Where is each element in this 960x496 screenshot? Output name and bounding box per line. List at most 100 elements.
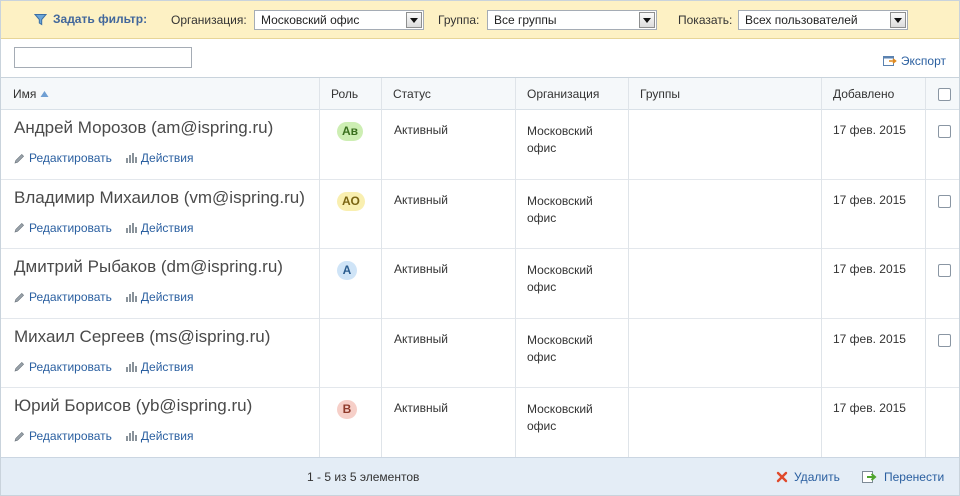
table-row: Дмитрий Рыбаков (dm@ispring.ru) Редактир… xyxy=(1,249,959,319)
group-filter-select[interactable]: Все группы xyxy=(487,10,657,30)
chevron-down-icon[interactable] xyxy=(406,12,422,28)
added-date: 17 фев. 2015 xyxy=(833,262,906,277)
edit-link[interactable]: Редактировать xyxy=(14,151,112,165)
user-name: Владимир Михаилов (vm@ispring.ru) xyxy=(14,187,305,207)
show-filter-select[interactable]: Всех пользователей xyxy=(738,10,908,30)
status-text: Активный xyxy=(394,262,448,277)
actions-link[interactable]: Действия xyxy=(125,429,194,444)
actions-link[interactable]: Действия xyxy=(125,221,193,235)
added-date: 17 фев. 2015 xyxy=(833,401,906,416)
row-checkbox[interactable] xyxy=(938,333,951,347)
pencil-icon xyxy=(14,292,25,303)
column-divider xyxy=(925,78,926,457)
row-checkbox[interactable] xyxy=(938,194,951,208)
pencil-icon xyxy=(14,223,25,233)
column-header-name[interactable]: Имя xyxy=(1,78,319,110)
added-date: 17 фев. 2015 xyxy=(833,123,906,137)
pencil-icon xyxy=(14,431,25,442)
actions-label: Действия xyxy=(140,429,194,444)
set-filter-label: Задать фильтр: xyxy=(53,12,148,26)
row-actions: Редактировать Действия xyxy=(14,429,207,443)
column-header-groups[interactable]: Группы xyxy=(628,78,680,110)
delete-label: Удалить xyxy=(794,470,840,484)
pencil-icon xyxy=(14,153,25,163)
status-text: Активный xyxy=(394,401,448,416)
search-input[interactable] xyxy=(14,47,192,68)
chevron-down-icon[interactable] xyxy=(639,12,655,28)
edit-link[interactable]: Редактировать xyxy=(14,221,112,235)
org-text: Московский офис xyxy=(527,332,593,364)
user-name: Михаил Сергеев (ms@ispring.ru) xyxy=(14,326,271,346)
column-header-org[interactable]: Организация xyxy=(515,78,599,110)
column-divider xyxy=(319,78,320,457)
table-row: Михаил Сергеев (ms@ispring.ru) Редактиро… xyxy=(1,319,959,389)
bar-chart-icon xyxy=(125,431,137,442)
table-row: Владимир Михаилов (vm@ispring.ru) Редакт… xyxy=(1,180,959,250)
column-divider xyxy=(628,78,629,457)
users-panel: Задать фильтр: Организация: Московский о… xyxy=(0,0,960,496)
row-actions: Редактировать Действия xyxy=(14,151,207,165)
table-body: Андрей Морозов (am@ispring.ru) Редактиро… xyxy=(1,110,959,458)
row-checkbox[interactable] xyxy=(938,264,951,278)
set-filter-button[interactable]: Задать фильтр: xyxy=(34,12,147,26)
edit-label: Редактировать xyxy=(29,429,112,444)
group-filter-value: Все группы xyxy=(494,13,557,27)
org-text: Московский офис xyxy=(527,193,593,225)
bar-chart-icon xyxy=(125,153,137,163)
actions-link[interactable]: Действия xyxy=(125,359,194,374)
table-row: Юрий Борисов (yb@ispring.ru) Редактирова… xyxy=(1,388,959,458)
actions-label: Действия xyxy=(140,290,194,305)
user-name: Андрей Морозов (am@ispring.ru) xyxy=(14,118,274,137)
actions-label: Действия xyxy=(140,359,194,374)
column-header-status[interactable]: Статус xyxy=(381,78,431,110)
added-date: 17 фев. 2015 xyxy=(833,331,906,346)
user-name: Дмитрий Рыбаков (dm@ispring.ru) xyxy=(14,257,283,277)
table-row: Андрей Морозов (am@ispring.ru) Редактиро… xyxy=(1,110,959,180)
row-actions: Редактировать Действия xyxy=(14,290,207,304)
table-footer: 1 - 5 из 5 элементов Удалить Перенести xyxy=(1,457,959,495)
funnel-icon xyxy=(34,13,47,25)
actions-link[interactable]: Действия xyxy=(125,290,194,305)
column-header-added[interactable]: Добавлено xyxy=(821,78,894,110)
org-text: Московский офис xyxy=(527,124,593,155)
export-icon xyxy=(882,56,897,66)
filter-bar: Задать фильтр: Организация: Московский о… xyxy=(1,1,959,39)
edit-link[interactable]: Редактировать xyxy=(14,360,112,374)
edit-label: Редактировать xyxy=(29,290,112,305)
bar-chart-icon xyxy=(125,292,137,303)
pager-info: 1 - 5 из 5 элементов xyxy=(307,470,420,484)
org-filter-select[interactable]: Московский офис xyxy=(254,10,424,30)
show-filter-value: Всех пользователей xyxy=(745,13,858,27)
actions-link[interactable]: Действия xyxy=(125,151,194,165)
export-label: Экспорт xyxy=(900,54,946,68)
column-header-role[interactable]: Роль xyxy=(319,78,358,110)
group-filter-label: Группа: xyxy=(438,13,480,27)
column-divider xyxy=(515,78,516,457)
role-badge: А xyxy=(337,261,357,281)
select-all-checkbox[interactable] xyxy=(938,88,951,101)
org-filter-label: Организация: xyxy=(171,13,247,27)
edit-label: Редактировать xyxy=(29,151,112,165)
edit-link[interactable]: Редактировать xyxy=(14,290,112,304)
column-divider xyxy=(381,78,382,457)
export-button[interactable]: Экспорт xyxy=(882,54,946,68)
actions-label: Действия xyxy=(140,151,194,165)
role-badge: В xyxy=(337,400,357,420)
role-badge: АО xyxy=(337,191,365,211)
added-date: 17 фев. 2015 xyxy=(833,192,906,207)
status-text: Активный xyxy=(394,192,448,207)
row-checkbox[interactable] xyxy=(938,125,951,138)
bar-chart-icon xyxy=(125,222,137,233)
chevron-down-icon[interactable] xyxy=(890,12,906,28)
pencil-icon xyxy=(14,362,25,372)
edit-link[interactable]: Редактировать xyxy=(14,429,112,443)
user-name: Юрий Борисов (yb@ispring.ru) xyxy=(14,396,253,416)
column-divider xyxy=(821,78,822,457)
users-table: Имя Роль Статус Организация Группы Добав… xyxy=(1,78,959,458)
move-button[interactable]: Перенести xyxy=(862,470,944,484)
edit-label: Редактировать xyxy=(29,359,112,374)
delete-button[interactable]: Удалить xyxy=(776,470,840,484)
sort-asc-icon xyxy=(40,91,49,97)
edit-label: Редактировать xyxy=(29,220,112,235)
row-actions: Редактировать Действия xyxy=(14,360,207,374)
